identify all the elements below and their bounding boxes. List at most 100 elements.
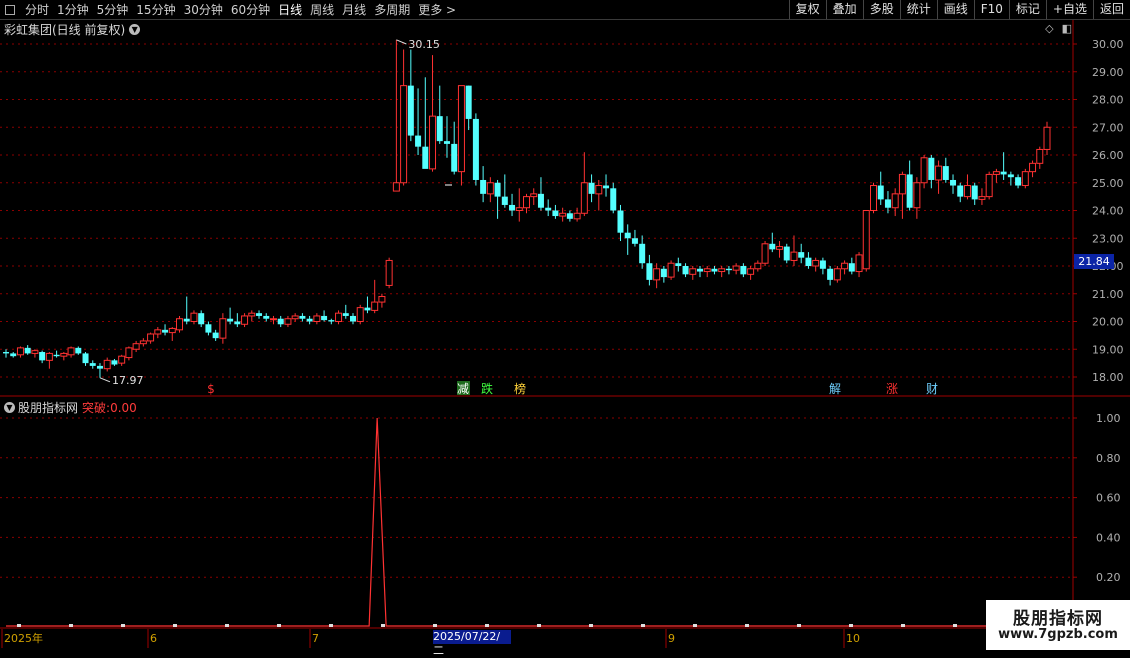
candle-body-up bbox=[31, 350, 39, 354]
candle-body-down bbox=[906, 174, 913, 208]
candle-body-down bbox=[566, 213, 573, 219]
candle-body-down bbox=[480, 179, 487, 194]
candle-body-down bbox=[465, 85, 472, 119]
candle-body-down bbox=[740, 266, 747, 275]
x-axis-label: 2025年 bbox=[4, 631, 43, 645]
candle-body-up bbox=[45, 352, 53, 361]
candle-body-up bbox=[985, 173, 993, 198]
candle-body-up bbox=[313, 315, 321, 323]
candle-body-up bbox=[653, 268, 661, 281]
candle-body-up bbox=[176, 318, 183, 331]
candle-body-down bbox=[1015, 177, 1022, 186]
watermark-url: www.7gpzb.com bbox=[998, 627, 1118, 642]
candle-body-down bbox=[407, 85, 414, 136]
candle-body-up bbox=[703, 268, 711, 273]
candle-body-up bbox=[573, 212, 581, 220]
candle-body-down bbox=[263, 315, 270, 319]
baseline-dot bbox=[173, 624, 177, 627]
candle-body-down bbox=[183, 318, 190, 322]
candle-body-up bbox=[870, 185, 877, 211]
candle-body-down bbox=[89, 363, 96, 366]
candle-body-up bbox=[833, 268, 841, 281]
candle-body-up bbox=[761, 243, 769, 264]
candle-body-up bbox=[812, 259, 820, 267]
candle-body-down bbox=[509, 204, 516, 211]
event-marker: 解 bbox=[829, 382, 841, 396]
candle-body-up bbox=[1043, 126, 1051, 150]
candle-body-down bbox=[725, 268, 732, 271]
indicator-y-tick: 0.40 bbox=[1096, 531, 1121, 544]
candle-body-up bbox=[248, 312, 256, 317]
candle-body-down bbox=[342, 313, 349, 316]
candle-body-up bbox=[754, 262, 762, 270]
candle-body-down bbox=[212, 332, 219, 339]
event-marker: 榜 bbox=[514, 381, 526, 396]
candle-body-up bbox=[920, 157, 928, 184]
candle-body-down bbox=[682, 266, 689, 275]
baseline-dot bbox=[433, 624, 437, 627]
candle-body-up bbox=[16, 347, 24, 356]
y-tick-label: 25.00 bbox=[1092, 177, 1124, 190]
baseline-dot bbox=[537, 624, 541, 627]
candle-body-down bbox=[501, 196, 508, 205]
y-tick-label: 28.00 bbox=[1092, 94, 1124, 107]
candle-body-up bbox=[978, 196, 986, 200]
candle-body-down bbox=[537, 193, 544, 208]
candle-body-down bbox=[39, 352, 46, 361]
x-axis-label: 9 bbox=[668, 632, 675, 645]
candle-body-down bbox=[10, 353, 17, 357]
candle-body-down bbox=[162, 329, 169, 333]
candle-body-down bbox=[675, 263, 682, 266]
candle-body-down bbox=[75, 347, 82, 354]
indicator-y-tick: 0.80 bbox=[1096, 452, 1121, 465]
candle-body-down bbox=[783, 246, 790, 261]
candle-body-down bbox=[24, 347, 31, 354]
candle-body-down bbox=[494, 182, 501, 197]
candle-body-up bbox=[891, 193, 899, 209]
candle-body-up bbox=[486, 182, 494, 195]
candle-body-up bbox=[356, 307, 364, 322]
candle-body-down bbox=[443, 141, 450, 144]
candle-body-up bbox=[385, 259, 393, 286]
event-marker: 财 bbox=[926, 382, 938, 396]
candle-body-up bbox=[862, 210, 870, 270]
candle-body-down bbox=[306, 318, 313, 322]
y-tick-label: 30.00 bbox=[1092, 38, 1124, 51]
candle-body-down bbox=[227, 318, 234, 322]
baseline-dot bbox=[901, 624, 905, 627]
baseline-dot bbox=[329, 624, 333, 627]
candle-body-down bbox=[617, 210, 624, 233]
candle-body-up bbox=[841, 262, 849, 270]
candle-body-up bbox=[559, 212, 567, 217]
y-tick-label: 26.00 bbox=[1092, 149, 1124, 162]
candle-body-down bbox=[610, 188, 617, 211]
candle-body-down bbox=[798, 252, 805, 258]
y-tick-label: 24.00 bbox=[1092, 205, 1124, 218]
candle-body-up bbox=[291, 315, 299, 320]
candle-body-down bbox=[451, 143, 458, 172]
candle-body-down bbox=[957, 185, 964, 197]
candle-body-down bbox=[328, 320, 335, 322]
candle-body-down bbox=[697, 268, 703, 272]
y-tick-label: 20.00 bbox=[1092, 316, 1124, 329]
high-price-label: 30.15 bbox=[408, 38, 440, 51]
candle-body-up bbox=[747, 268, 755, 275]
candle-body-up bbox=[935, 165, 943, 181]
candlestick-chart[interactable]: 30.00 29.00 28.00 27.00 26.00 25.00 24.00 23.00… bbox=[0, 0, 1130, 650]
candle-body-down bbox=[827, 268, 834, 280]
candle-body-up bbox=[595, 185, 603, 195]
baseline-dot bbox=[17, 624, 21, 627]
event-marker: $ bbox=[207, 382, 215, 396]
candle-body-up bbox=[132, 343, 140, 350]
baseline-dot bbox=[485, 624, 489, 627]
baseline-dot bbox=[69, 624, 73, 627]
candle-body-up bbox=[855, 254, 863, 273]
candle-body-down bbox=[646, 263, 653, 280]
candle-body-down bbox=[545, 207, 552, 211]
candle-body-down bbox=[234, 321, 241, 325]
candle-body-up bbox=[154, 329, 162, 335]
candle-body-up bbox=[67, 347, 75, 356]
candle-body-up bbox=[523, 196, 530, 209]
candle-body-up bbox=[790, 251, 798, 261]
indicator-line bbox=[6, 417, 1047, 627]
